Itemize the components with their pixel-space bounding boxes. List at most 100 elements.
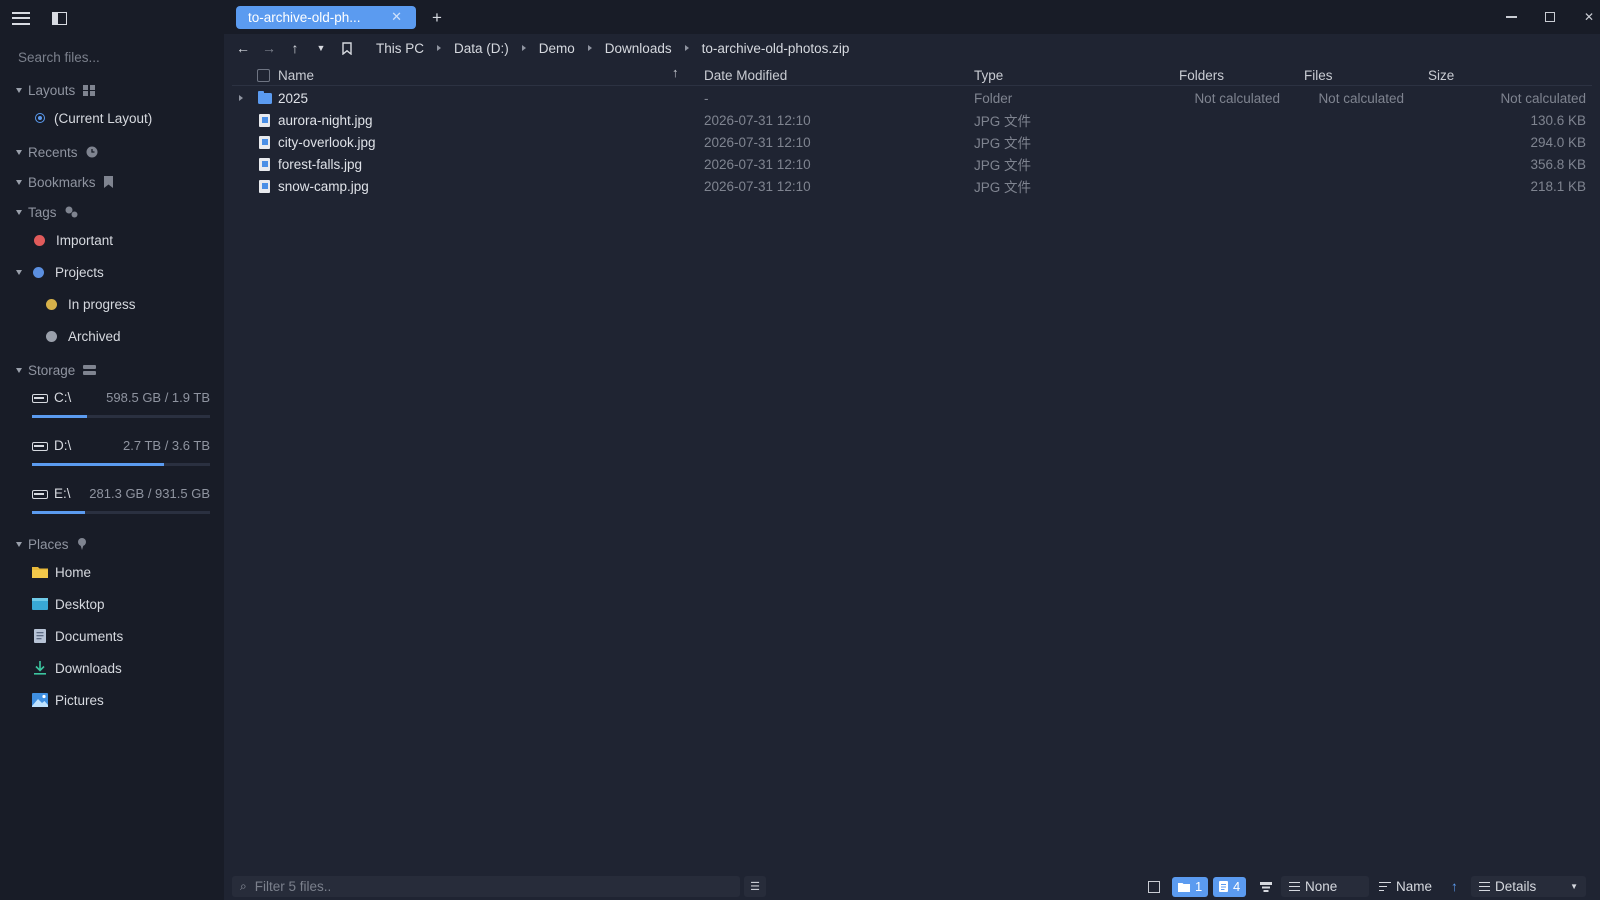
chevron-right-icon[interactable]: [437, 45, 442, 51]
drive-c[interactable]: C:\ 598.5 GB / 1.9 TB: [32, 387, 210, 427]
forward-button[interactable]: →: [256, 36, 282, 60]
table-row[interactable]: 2025 - Folder Not calculated Not calcula…: [232, 87, 1592, 109]
checkbox-icon: [257, 68, 270, 82]
up-button[interactable]: ↑: [282, 36, 308, 60]
breadcrumb-item[interactable]: Demo: [539, 41, 575, 56]
section-tags[interactable]: Tags: [0, 201, 224, 223]
column-header-name[interactable]: Name ↑: [278, 64, 688, 86]
column-header-date[interactable]: Date Modified: [704, 64, 787, 86]
column-label: Name: [278, 67, 315, 83]
file-type: JPG 文件: [974, 180, 1032, 195]
history-dropdown-button[interactable]: ▼: [308, 36, 334, 60]
section-label: Tags: [28, 204, 57, 220]
sort-by-dropdown[interactable]: Name: [1379, 876, 1432, 897]
minimize-button[interactable]: [1496, 6, 1526, 28]
close-icon[interactable]: ✕: [391, 9, 402, 25]
show-files-toggle[interactable]: 4: [1213, 876, 1247, 897]
place-item-pictures[interactable]: Pictures: [0, 686, 224, 714]
chevron-right-icon[interactable]: [684, 45, 689, 51]
tag-item-in-progress[interactable]: In progress: [0, 290, 224, 318]
table-row[interactable]: aurora-night.jpg 2026-07-31 12:10 JPG 文件…: [232, 109, 1592, 131]
tag-item-projects[interactable]: Projects: [0, 258, 224, 286]
place-item-home[interactable]: Home: [0, 558, 224, 586]
menu-lines-icon: ☰: [750, 881, 760, 893]
breadcrumb-item[interactable]: to-archive-old-photos.zip: [702, 41, 850, 56]
layout-label: (Current Layout): [54, 110, 153, 126]
layout-toggle-button[interactable]: [1260, 876, 1272, 897]
tab-archive[interactable]: to-archive-old-ph... ✕: [236, 6, 416, 29]
section-layouts[interactable]: Layouts: [0, 79, 224, 101]
expand-row-button[interactable]: [239, 87, 243, 109]
chevron-right-icon[interactable]: [587, 45, 592, 51]
table-row[interactable]: snow-camp.jpg 2026-07-31 12:10 JPG 文件 21…: [232, 175, 1592, 197]
sort-direction-button[interactable]: ↑: [1451, 876, 1458, 897]
table-row[interactable]: forest-falls.jpg 2026-07-31 12:10 JPG 文件…: [232, 153, 1592, 175]
show-folders-toggle[interactable]: 1: [1172, 876, 1209, 897]
column-header-type[interactable]: Type: [974, 64, 1003, 86]
file-date: 2026-07-31 12:10: [704, 112, 811, 128]
place-label: Downloads: [55, 660, 122, 676]
breadcrumb-item[interactable]: Data (D:): [454, 41, 509, 56]
group-by-dropdown[interactable]: None: [1281, 876, 1369, 897]
drive-d[interactable]: D:\ 2.7 TB / 3.6 TB: [32, 435, 210, 475]
layout-item-current[interactable]: (Current Layout): [0, 104, 224, 132]
columns-icon: [1260, 881, 1272, 892]
section-places[interactable]: Places: [0, 533, 224, 555]
column-header-folders[interactable]: Folders: [1179, 64, 1224, 86]
place-item-desktop[interactable]: Desktop: [0, 590, 224, 618]
column-label: Folders: [1179, 67, 1225, 83]
tag-label: Archived: [68, 328, 121, 344]
close-window-button[interactable]: ✕: [1574, 6, 1600, 28]
table-row[interactable]: city-overlook.jpg 2026-07-31 12:10 JPG 文…: [232, 131, 1592, 153]
toggle-sidebar-icon[interactable]: [52, 11, 67, 25]
radio-icon: [35, 113, 45, 123]
tag-item-archived[interactable]: Archived: [0, 322, 224, 350]
pin-icon: [77, 538, 87, 550]
chevron-right-icon: [239, 95, 243, 101]
bookmark-button[interactable]: [334, 36, 360, 60]
drive-name: E:\: [54, 485, 71, 501]
chevron-right-icon[interactable]: [521, 45, 526, 51]
address-bar: ← → ↑ ▼ This PC Data (D:) Demo Downloads…: [224, 34, 1600, 62]
view-mode-dropdown[interactable]: Details ▼: [1471, 876, 1586, 897]
close-icon: ✕: [1583, 10, 1595, 24]
select-mode-button[interactable]: [1148, 876, 1160, 897]
column-header-files[interactable]: Files: [1304, 64, 1333, 86]
section-recents[interactable]: Recents: [0, 141, 224, 163]
search-files-input[interactable]: [10, 44, 214, 70]
download-icon: [32, 661, 48, 675]
tag-item-important[interactable]: Important: [0, 226, 224, 254]
checkbox-icon: [1148, 880, 1160, 893]
image-file-icon: [259, 109, 270, 131]
desktop-icon: [32, 597, 48, 611]
breadcrumb: This PC Data (D:) Demo Downloads to-arch…: [376, 41, 849, 56]
filter-input[interactable]: [252, 878, 713, 895]
maximize-button[interactable]: [1535, 6, 1565, 28]
folder-icon: [1178, 882, 1190, 892]
section-storage[interactable]: Storage: [0, 359, 224, 381]
menu-icon[interactable]: [12, 11, 30, 25]
file-count: 4: [1233, 879, 1241, 894]
new-tab-button[interactable]: +: [426, 6, 448, 29]
drive-usage-fill: [32, 463, 164, 466]
image-file-icon: [259, 131, 270, 153]
place-label: Pictures: [55, 692, 104, 708]
storage-icon: [83, 365, 97, 375]
chevron-down-icon: ▼: [316, 43, 326, 53]
drive-e[interactable]: E:\ 281.3 GB / 931.5 GB: [32, 483, 210, 523]
tag-label: In progress: [68, 296, 136, 312]
file-size: 294.0 KB: [1530, 134, 1586, 150]
breadcrumb-item[interactable]: This PC: [376, 41, 424, 56]
select-all-checkbox[interactable]: [257, 64, 270, 86]
place-label: Documents: [55, 628, 124, 644]
section-bookmarks[interactable]: Bookmarks: [0, 171, 224, 193]
filter-options-button[interactable]: ☰: [744, 876, 766, 897]
header-divider: [232, 85, 1592, 86]
place-item-downloads[interactable]: Downloads: [0, 654, 224, 682]
chevron-down-icon: [16, 367, 22, 373]
column-header-size[interactable]: Size: [1428, 64, 1454, 86]
place-item-documents[interactable]: Documents: [0, 622, 224, 650]
breadcrumb-item[interactable]: Downloads: [605, 41, 672, 56]
file-size: 356.8 KB: [1530, 156, 1586, 172]
back-button[interactable]: ←: [230, 36, 256, 60]
